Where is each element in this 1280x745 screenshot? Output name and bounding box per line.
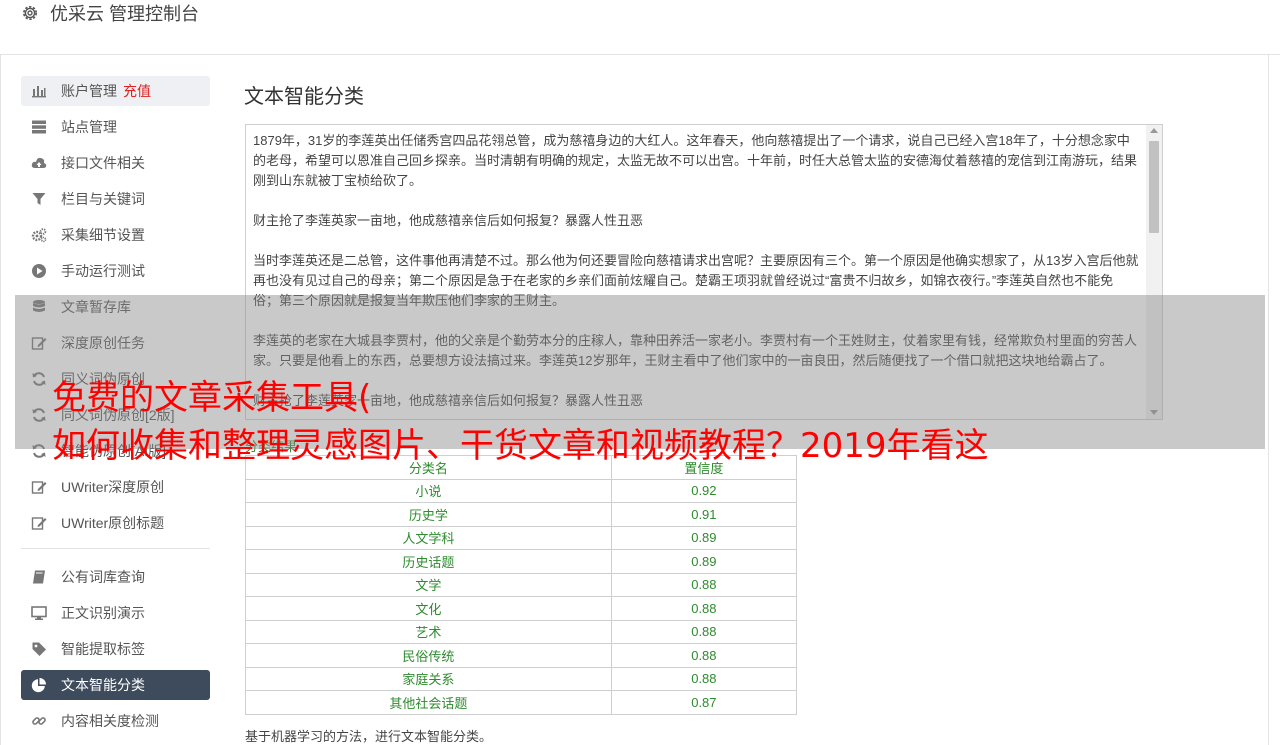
scroll-up-arrow-icon[interactable] xyxy=(1150,128,1158,133)
table-row: 其他社会话题 0.87 xyxy=(245,690,798,715)
confidence-cell: 0.88 xyxy=(610,572,798,597)
confidence-cell: 0.89 xyxy=(610,525,798,550)
edit-icon xyxy=(31,517,47,530)
table-row: 文化 0.88 xyxy=(245,596,798,621)
category-cell: 家庭关系 xyxy=(245,666,612,691)
method-note: 基于机器学习的方法，进行文本智能分类。 xyxy=(245,729,493,744)
pie-chart-icon xyxy=(31,678,46,693)
sidebar-item-label: 内容相关度检测 xyxy=(61,713,159,729)
scroll-thumb[interactable] xyxy=(1149,141,1159,233)
table-row: 家庭关系 0.88 xyxy=(245,666,798,691)
frame-left-border xyxy=(0,54,1,745)
gear-icon[interactable] xyxy=(20,3,40,23)
category-cell: 小说 xyxy=(245,478,612,503)
sidebar-item-label: UWriter深度原创 xyxy=(61,479,165,495)
table-row: 民俗传统 0.88 xyxy=(245,643,798,668)
cloud-upload-icon xyxy=(31,157,47,168)
sidebar-item-label: UWriter原创标题 xyxy=(61,515,165,531)
edit-icon xyxy=(31,481,47,494)
sidebar-item-label: 手动运行测试 xyxy=(61,263,145,279)
category-cell: 文学 xyxy=(245,572,612,597)
confidence-cell: 0.87 xyxy=(610,690,798,715)
filter-icon xyxy=(32,193,46,205)
sidebar-item-uwriter-title[interactable]: UWriter原创标题 xyxy=(21,508,210,538)
sidebar-item-label: 公有词库查询 xyxy=(61,569,145,585)
classification-table: 分类名 置信度 小说 0.92 历史学 0.91 人文学科 0.89 历史话题 0.89… xyxy=(245,455,798,715)
overlay-headline: 免费的文章采集工具( 如何收集和整理灵感图片、干货文章和视频教程？2019年看这 xyxy=(52,374,989,470)
play-circle-icon xyxy=(32,264,46,278)
overlay-headline-line2: 如何收集和整理灵感图片、干货文章和视频教程？2019年看这 xyxy=(52,426,989,466)
category-cell: 人文学科 xyxy=(245,525,612,550)
sidebar-item-label: 站点管理 xyxy=(61,119,117,135)
table-row: 历史话题 0.89 xyxy=(245,549,798,574)
confidence-cell: 0.89 xyxy=(610,549,798,574)
top-header: 优采云 管理控制台 xyxy=(0,0,1280,55)
recharge-link[interactable]: 充值 xyxy=(123,83,151,99)
link-icon xyxy=(32,717,46,725)
category-cell: 文化 xyxy=(245,596,612,621)
sidebar-item-manual-run[interactable]: 手动运行测试 xyxy=(21,256,210,286)
confidence-cell: 0.88 xyxy=(610,643,798,668)
table-row: 历史学 0.91 xyxy=(245,502,798,527)
category-cell: 其他社会话题 xyxy=(245,690,612,715)
sidebar-divider xyxy=(21,548,210,549)
sidebar-item-label: 栏目与关键词 xyxy=(61,191,145,207)
sidebar-item-label: 采集细节设置 xyxy=(61,227,145,243)
sidebar-item-public-lexicon[interactable]: 公有词库查询 xyxy=(21,562,210,592)
sidebar-item-label: 接口文件相关 xyxy=(61,155,145,171)
article-paragraph: 1879年，31岁的李莲英出任储秀宫四品花翎总管，成为慈禧身边的大红人。这年春天… xyxy=(253,133,1138,188)
category-cell: 历史话题 xyxy=(245,549,612,574)
sidebar-item-api-files[interactable]: 接口文件相关 xyxy=(21,148,210,178)
sidebar-item-label: 智能提取标签 xyxy=(61,641,145,657)
category-cell: 历史学 xyxy=(245,502,612,527)
frame-right-border xyxy=(1268,54,1269,745)
confidence-cell: 0.91 xyxy=(610,502,798,527)
category-cell: 民俗传统 xyxy=(245,643,612,668)
sidebar-item-columns-keywords[interactable]: 栏目与关键词 xyxy=(21,184,210,214)
sidebar-item-uwriter-deep[interactable]: UWriter深度原创 xyxy=(21,472,210,502)
confidence-cell: 0.88 xyxy=(610,666,798,691)
sidebar-item-label: 文本智能分类 xyxy=(61,677,145,693)
category-cell: 艺术 xyxy=(245,619,612,644)
sidebar-item-label: 正文识别演示 xyxy=(61,605,145,621)
sidebar-item-sites[interactable]: 站点管理 xyxy=(21,112,210,142)
bar-chart-icon xyxy=(32,86,46,98)
sidebar-item-text-classification[interactable]: 文本智能分类 xyxy=(21,670,210,700)
table-row: 小说 0.92 xyxy=(245,478,798,503)
table-row: 艺术 0.88 xyxy=(245,619,798,644)
table-row: 人文学科 0.89 xyxy=(245,525,798,550)
console-title: 优采云 管理控制台 xyxy=(50,4,200,24)
sidebar-item-account[interactable]: 账户管理 充值 xyxy=(21,76,210,106)
sidebar-item-label: 账户管理 xyxy=(61,83,117,99)
confidence-cell: 0.88 xyxy=(610,596,798,621)
page-title: 文本智能分类 xyxy=(244,86,364,108)
sidebar-item-extract-tags[interactable]: 智能提取标签 xyxy=(21,634,210,664)
confidence-cell: 0.88 xyxy=(610,619,798,644)
article-paragraph: 财主抢了李莲英家一亩地，他成慈禧亲信后如何报复？暴露人性丑恶 xyxy=(253,213,644,228)
cogs-icon xyxy=(31,228,47,243)
sidebar-item-collect-settings[interactable]: 采集细节设置 xyxy=(21,220,210,250)
monitor-icon xyxy=(31,606,47,620)
server-icon xyxy=(32,120,46,134)
confidence-cell: 0.92 xyxy=(610,478,798,503)
table-row: 文学 0.88 xyxy=(245,572,798,597)
book-icon xyxy=(33,570,45,584)
sidebar-item-text-recognition[interactable]: 正文识别演示 xyxy=(21,598,210,628)
sidebar-item-relevance-check[interactable]: 内容相关度检测 xyxy=(21,706,210,736)
tag-icon xyxy=(32,642,46,656)
overlay-headline-line1: 免费的文章采集工具( xyxy=(52,378,372,418)
